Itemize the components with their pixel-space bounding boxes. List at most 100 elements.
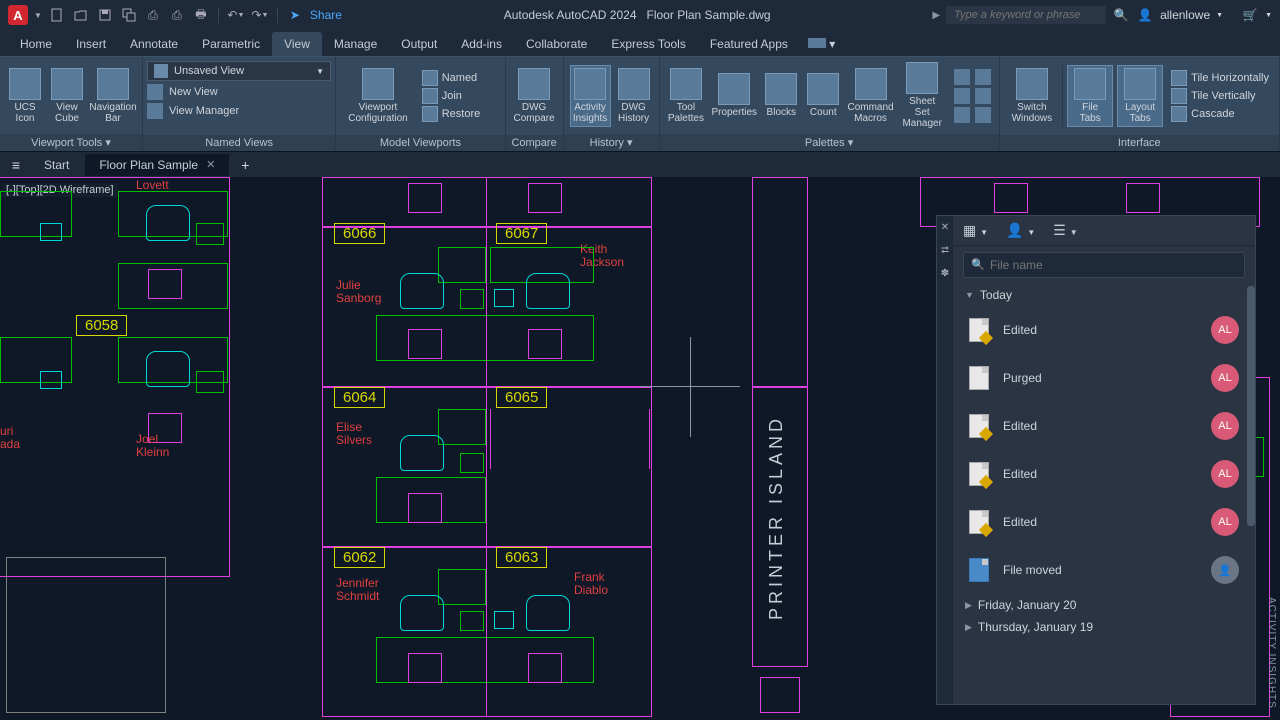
user-name[interactable]: allenlowe xyxy=(1160,8,1210,22)
tab-extra[interactable]: ▾ xyxy=(800,32,843,56)
panel-close-icon[interactable]: ✕ xyxy=(941,222,949,233)
vp-restore-button[interactable]: Restore xyxy=(422,106,481,122)
navbar-button[interactable]: Navigation Bar xyxy=(90,66,136,126)
group-palettes[interactable]: Palettes ▾ xyxy=(660,134,999,151)
file-tab-bar: ≡ Start Floor Plan Sample✕ + xyxy=(0,151,1280,177)
palette-small-2[interactable] xyxy=(975,69,991,85)
vp-named-button[interactable]: Named xyxy=(422,70,481,86)
panel-list-icon[interactable]: ☰ ▼ xyxy=(1053,222,1077,239)
cart-icon[interactable]: 🛒 xyxy=(1241,6,1259,24)
new-view-button[interactable]: New View xyxy=(147,84,331,100)
plot-icon[interactable]: ⎙ xyxy=(168,6,186,24)
menu-bar: Home Insert Annotate Parametric View Man… xyxy=(0,30,1280,56)
name-julie: Julie Sanborg xyxy=(336,279,381,305)
help-search-input[interactable] xyxy=(946,6,1106,24)
sheetset-button[interactable]: Sheet Set Manager xyxy=(899,60,946,131)
tab-start[interactable]: Start xyxy=(30,154,83,176)
activity-item[interactable]: EditedAL xyxy=(953,450,1255,498)
dwg-compare-button[interactable]: DWG Compare xyxy=(512,66,557,126)
share-icon[interactable]: ➤ xyxy=(286,6,304,24)
tab-addins[interactable]: Add-ins xyxy=(449,32,514,56)
activity-item[interactable]: EditedAL xyxy=(953,306,1255,354)
tab-file-active[interactable]: Floor Plan Sample✕ xyxy=(85,154,229,176)
room-6058: 6058 xyxy=(76,315,127,336)
drawing-menu-icon[interactable]: ≡ xyxy=(4,157,28,173)
panel-grid-icon[interactable]: ▦ ▼ xyxy=(963,222,988,239)
app-icon[interactable]: A xyxy=(8,5,28,25)
tile-vert-button[interactable]: Tile Vertically xyxy=(1171,88,1269,104)
dwg-history-button[interactable]: DWG History xyxy=(615,66,653,126)
activity-insights-button[interactable]: Activity Insights xyxy=(570,65,611,127)
publish-icon[interactable]: ⎙ xyxy=(144,6,162,24)
panel-search-input[interactable] xyxy=(963,252,1245,278)
view-dropdown[interactable]: Unsaved View▼ xyxy=(147,61,331,81)
redo-icon[interactable]: ↷▼ xyxy=(251,6,269,24)
close-tab-icon[interactable]: ✕ xyxy=(206,158,215,171)
panel-scrollbar[interactable] xyxy=(1247,286,1255,526)
tab-featured[interactable]: Featured Apps xyxy=(698,32,800,56)
saveas-icon[interactable] xyxy=(120,6,138,24)
panel-dock-icon[interactable]: ⮂ xyxy=(941,245,949,256)
viewcube-button[interactable]: View Cube xyxy=(48,66,86,126)
activity-item[interactable]: File moved👤 xyxy=(953,546,1255,594)
view-manager-button[interactable]: View Manager xyxy=(147,103,331,119)
cascade-button[interactable]: Cascade xyxy=(1171,106,1269,122)
command-macros-button[interactable]: Command Macros xyxy=(846,66,895,126)
activity-insights-panel: ✕ ⮂ ✽ ▦ ▼ 👤 ▼ ☰ ▼ 🔍 ▼Today EditedAL Purg… xyxy=(936,215,1256,705)
ucs-icon-button[interactable]: UCS Icon xyxy=(6,66,44,126)
ribbon: UCS Icon View Cube Navigation Bar Viewpo… xyxy=(0,56,1280,151)
palette-small-1[interactable] xyxy=(954,69,970,85)
tab-insert[interactable]: Insert xyxy=(64,32,118,56)
print-icon[interactable]: 🖶 xyxy=(192,6,210,24)
tab-output[interactable]: Output xyxy=(389,32,449,56)
group-history[interactable]: History ▾ xyxy=(564,134,659,151)
switch-windows-button[interactable]: Switch Windows xyxy=(1006,66,1059,126)
panel-settings-icon[interactable]: ✽ xyxy=(941,268,949,279)
user-icon[interactable]: 👤 xyxy=(1136,6,1154,24)
activity-item[interactable]: EditedAL xyxy=(953,402,1255,450)
palette-small-4[interactable] xyxy=(975,88,991,104)
blocks-button[interactable]: Blocks xyxy=(762,71,800,120)
share-link[interactable]: Share xyxy=(310,8,342,22)
tab-collaborate[interactable]: Collaborate xyxy=(514,32,599,56)
tab-manage[interactable]: Manage xyxy=(322,32,389,56)
group-today[interactable]: ▼Today xyxy=(953,284,1255,306)
window-title: Autodesk AutoCAD 2024 Floor Plan Sample.… xyxy=(348,8,926,22)
room-6067: 6067 xyxy=(496,223,547,244)
tab-annotate[interactable]: Annotate xyxy=(118,32,190,56)
undo-icon[interactable]: ↶▼ xyxy=(227,6,245,24)
tab-view[interactable]: View xyxy=(272,32,322,56)
activity-item[interactable]: PurgedAL xyxy=(953,354,1255,402)
viewport-config-button[interactable]: Viewport Configuration xyxy=(342,66,413,126)
name-frank: Frank Diablo xyxy=(574,571,608,597)
room-6062: 6062 xyxy=(334,547,385,568)
open-icon[interactable] xyxy=(72,6,90,24)
group-named-views: Named Views xyxy=(143,135,335,151)
drawing-canvas[interactable]: [-][Top][2D Wireframe] 6058 Lovett uri a… xyxy=(0,177,1280,720)
properties-button[interactable]: Properties xyxy=(710,71,758,120)
tool-palettes-button[interactable]: Tool Palettes xyxy=(666,66,707,126)
palette-small-3[interactable] xyxy=(954,88,970,104)
tab-home[interactable]: Home xyxy=(8,32,64,56)
tab-express[interactable]: Express Tools xyxy=(599,32,697,56)
vp-join-button[interactable]: Join xyxy=(422,88,481,104)
group-viewport-tools[interactable]: Viewport Tools ▾ xyxy=(0,134,142,151)
layout-tabs-button[interactable]: Layout Tabs xyxy=(1117,65,1163,127)
new-icon[interactable] xyxy=(48,6,66,24)
room-6063: 6063 xyxy=(496,547,547,568)
file-tabs-button[interactable]: File Tabs xyxy=(1067,65,1113,127)
new-tab-icon[interactable]: + xyxy=(231,153,259,177)
search-icon[interactable]: 🔍 xyxy=(1112,6,1130,24)
save-icon[interactable] xyxy=(96,6,114,24)
activity-item[interactable]: EditedAL xyxy=(953,498,1255,546)
tile-horiz-button[interactable]: Tile Horizontally xyxy=(1171,70,1269,86)
palette-small-5[interactable] xyxy=(954,107,970,123)
room-6064: 6064 xyxy=(334,387,385,408)
group-thursday[interactable]: ▶Thursday, January 19 xyxy=(953,616,1255,638)
panel-user-icon[interactable]: 👤 ▼ xyxy=(1006,222,1035,239)
group-friday[interactable]: ▶Friday, January 20 xyxy=(953,594,1255,616)
tab-parametric[interactable]: Parametric xyxy=(190,32,272,56)
room-6066: 6066 xyxy=(334,223,385,244)
palette-small-6[interactable] xyxy=(975,107,991,123)
count-button[interactable]: Count xyxy=(804,71,842,120)
